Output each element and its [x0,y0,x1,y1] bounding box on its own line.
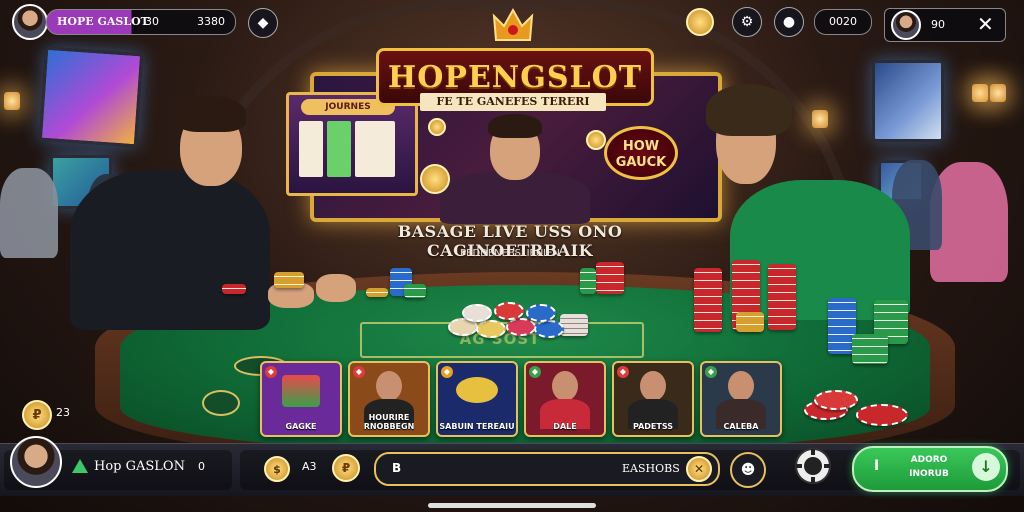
play-button-label-1: ADORO [910,455,948,465]
wall-screen-left [38,46,144,148]
card-indicator: ◆ [529,366,541,378]
chip-stack [222,284,246,294]
mask-icon[interactable]: ☻ [730,452,766,488]
slot-reel [299,121,323,177]
game-card[interactable]: ◆ CALEBA [700,361,782,437]
coin-icon [586,130,606,150]
table-subtitle: PEDDENEBSLIEUIEN [460,248,560,259]
wall-screen-right [872,60,944,142]
mini-slot-preview[interactable]: JOURNES [286,92,418,196]
poker-chip [534,320,564,338]
card-indicator: ◆ [705,366,717,378]
profile-box[interactable]: 90 ✕ [884,8,1006,42]
wall-lamp [972,84,988,102]
chip-stack [580,268,596,294]
money-bag-icon[interactable]: $ [264,456,290,482]
coins-value: 3380 [197,15,225,28]
brand-label: HOPE GASLOT [57,15,149,28]
chip-stack [404,284,426,298]
close-icon[interactable]: ✕ [977,12,994,36]
tools-icon[interactable]: ✕ [686,456,712,482]
promo-badge[interactable]: HOW GAUCK [604,126,678,180]
level-up-icon [72,459,88,473]
coin-icon[interactable]: ₽ [332,454,360,482]
slot-reel [355,121,395,177]
chip-stack [596,262,624,294]
game-card-label: PADETSS [632,422,674,431]
coin-icon [428,118,446,136]
player-avatar[interactable] [12,4,48,40]
right-counter-value: 90 [931,18,945,31]
game-card-label: HOURIRE RNOBBEGN [363,413,415,431]
slot-reel [327,121,351,177]
poker-chip [506,318,536,336]
wall-lamp [990,84,1006,102]
game-card[interactable]: ◆ PADETSS [612,361,694,437]
player-portrait[interactable] [10,436,62,488]
background-patron [0,168,58,258]
balance-value: 30 [145,15,159,28]
chip-stack [852,334,888,364]
bet-value: A3 [302,460,317,473]
poker-chip [462,304,492,322]
game-card[interactable]: ◆ HOURIRE RNOBBEGN [348,361,430,437]
game-card-label: CALEBA [723,422,759,431]
poker-chip-icon[interactable] [794,447,832,485]
poker-chip [476,320,506,338]
game-card-label: DALE [553,422,577,431]
settings-icon[interactable]: ⚙ [732,7,762,37]
card-indicator: ◆ [617,366,629,378]
poker-chip [856,404,908,426]
play-button-label-2: INORUB [909,469,949,479]
diamond-icon[interactable]: ◆ [248,8,278,38]
crown-icon [492,7,534,41]
arrow-down-icon: ↓ [972,453,1000,481]
search-value: EASHOBS [622,462,680,475]
chip-stack [694,268,722,332]
chip-stack [560,314,588,336]
chip-stack [768,264,796,330]
player-name: Hop GASLON [94,459,185,474]
play-button[interactable]: I ADORO INORUB ↓ [852,446,1008,492]
home-indicator[interactable] [428,503,596,508]
player-suffix: 0 [198,460,205,473]
bet-spot[interactable] [202,390,240,416]
card-indicator: ◆ [353,366,365,378]
chip-stack [366,288,388,297]
coin-icon [420,164,450,194]
profile-avatar [891,10,921,40]
search-field[interactable]: B EASHOBS ✕ [374,452,720,486]
search-prefix: B [392,461,402,475]
banner-tagline: FE TE GANEFES TERERI [420,93,606,111]
coin-icon[interactable] [686,8,714,36]
side-coin-value: 23 [56,406,70,419]
poker-chip [814,390,858,410]
chip-stack [274,272,304,288]
card-indicator: ◆ [265,366,277,378]
game-card-label: SABUIN TEREAIU [439,422,515,431]
game-card[interactable]: ◆ GAGKE [260,361,342,437]
balance-bar[interactable]: HOPE GASLOT 30 3380 [46,9,236,35]
play-button-icon: I [874,458,880,474]
wall-lamp [4,92,20,110]
poker-chip [526,304,556,322]
wall-lamp [812,110,828,128]
gift-icon[interactable]: ● [774,7,804,37]
game-card[interactable]: ◆ DALE [524,361,606,437]
timer-value: 0020 [814,9,872,35]
game-card[interactable]: ◆ SABUIN TEREAIU [436,361,518,437]
coin-icon[interactable]: ₽ [22,400,52,430]
poker-chip [494,302,524,320]
game-card-label: GAGKE [285,422,317,431]
chip-stack [736,312,764,332]
card-indicator: ◆ [441,366,453,378]
